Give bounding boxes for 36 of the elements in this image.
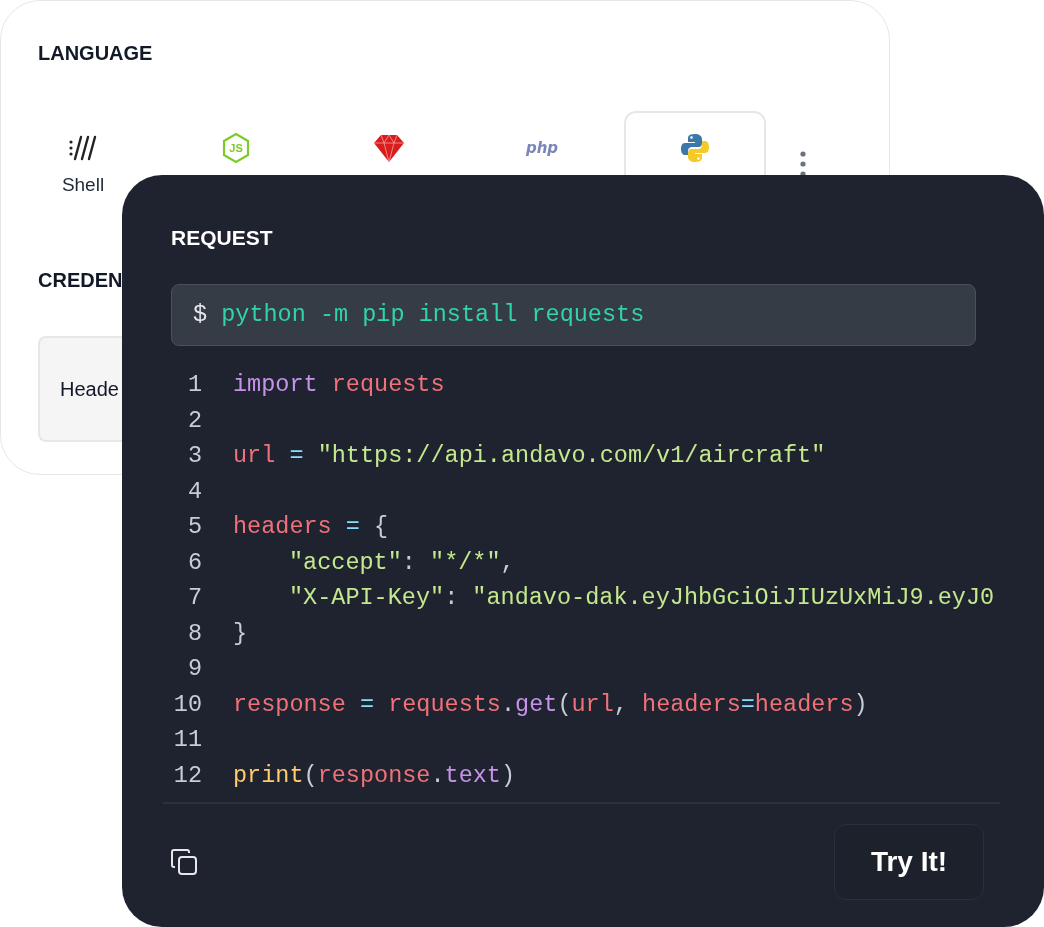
more-options-icon[interactable] xyxy=(800,151,806,177)
line-number: 1 xyxy=(186,370,202,400)
snake-logo-icon xyxy=(679,132,711,164)
php-logo: php xyxy=(525,137,559,159)
line-number: 7 xyxy=(186,583,202,613)
try-it-button[interactable]: Try It! xyxy=(834,824,984,900)
gem-icon xyxy=(373,133,405,163)
hexagon-logo: JS xyxy=(221,132,251,164)
line-number: 12 xyxy=(172,760,202,791)
language-tab[interactable] xyxy=(624,111,766,175)
line-number: 4 xyxy=(186,476,202,507)
header-option[interactable]: Heade xyxy=(38,336,122,442)
line-number: 11 xyxy=(172,725,202,755)
install-command: $ python -m pip install requests xyxy=(171,284,976,346)
language-tab[interactable]: Shell xyxy=(33,111,133,199)
code-line: print(response.text) xyxy=(233,760,516,791)
line-number: 2 xyxy=(186,405,202,436)
code-line: "accept": "*/*", xyxy=(288,547,515,578)
code-line: headers = { xyxy=(233,512,389,542)
code-line: "X-API-Key": "andavo-dak.eyJhbGciOiJIUzUxMiJ9.eyJ0 xyxy=(288,583,995,613)
code-line: } xyxy=(233,618,248,649)
line-number: 3 xyxy=(186,441,202,471)
section-title: REQUEST xyxy=(171,225,274,251)
line-number: 5 xyxy=(186,512,202,542)
line-number: 10 xyxy=(172,689,202,720)
slashes-icon xyxy=(67,133,99,162)
code-line: response = requests.get(url, headers=headers) xyxy=(233,689,868,720)
line-number: 9 xyxy=(186,654,202,684)
section-title: CREDEN xyxy=(38,268,124,293)
line-number: 6 xyxy=(186,547,202,578)
language-tab[interactable]: php xyxy=(471,111,613,175)
line-number: 8 xyxy=(186,618,202,649)
code-line: url = "https://api.andavo.com/v1/aircraft" xyxy=(233,441,826,471)
code-line: import requests xyxy=(233,370,445,400)
copy-icon[interactable] xyxy=(169,847,199,877)
section-title: LANGUAGE xyxy=(38,41,154,66)
